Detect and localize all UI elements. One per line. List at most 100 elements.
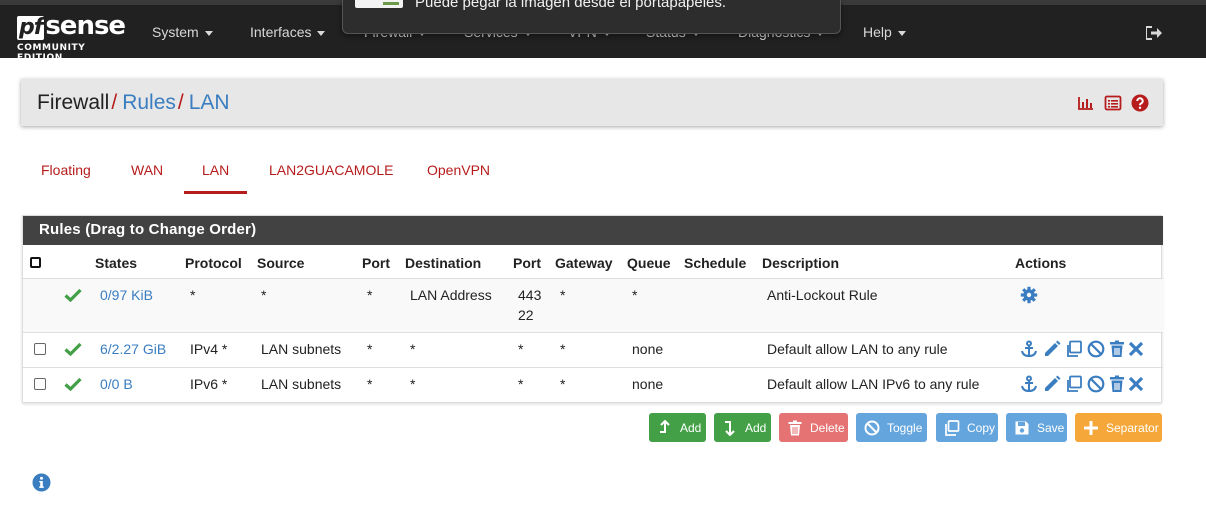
check-icon <box>64 288 82 302</box>
row-dest-port: * <box>518 341 524 357</box>
row-divider <box>23 332 1163 333</box>
tab-openvpn[interactable]: OpenVPN <box>427 162 490 178</box>
select-all-checkbox[interactable] <box>30 257 41 268</box>
copy-label: Copy <box>967 420 996 435</box>
toast-thumbnail <box>355 0 403 8</box>
row-states[interactable]: 6/2.27 GiB <box>100 341 166 357</box>
ban-icon[interactable] <box>1087 375 1105 393</box>
trash-icon[interactable] <box>1108 375 1126 393</box>
nav-help[interactable]: Help <box>863 24 906 40</box>
row-checkbox[interactable] <box>34 343 46 355</box>
anchor-icon[interactable] <box>1020 340 1038 358</box>
tab-wan[interactable]: WAN <box>131 162 163 178</box>
anchor-icon[interactable] <box>1020 375 1038 393</box>
logout-icon[interactable] <box>1143 24 1163 42</box>
row-source: LAN subnets <box>261 376 342 392</box>
row-divider <box>23 367 1163 368</box>
delete-label: Delete <box>810 420 845 435</box>
pencil-icon[interactable] <box>1043 340 1061 358</box>
row-states[interactable]: 0/97 KiB <box>100 287 153 303</box>
row-description: Default allow LAN to any rule <box>767 341 948 357</box>
breadcrumb-lan[interactable]: LAN <box>189 91 230 114</box>
info-icon[interactable] <box>32 473 51 492</box>
col-dest-port[interactable]: Port <box>513 255 541 271</box>
clipboard-toast: Puede pegar la imagen desde el portapape… <box>342 0 841 34</box>
rules-panel: Rules (Drag to Change Order) States Prot… <box>22 215 1163 403</box>
col-actions: Actions <box>1015 255 1067 271</box>
pencil-icon[interactable] <box>1043 375 1061 393</box>
nav-system[interactable]: System <box>152 24 213 40</box>
col-source[interactable]: Source <box>257 255 304 271</box>
row-queue: none <box>632 341 664 357</box>
breadcrumb-separator: / <box>177 91 184 114</box>
copy-button[interactable]: Copy <box>936 413 998 442</box>
col-queue[interactable]: Queue <box>627 255 671 271</box>
col-description[interactable]: Description <box>762 255 839 271</box>
tab-floating[interactable]: Floating <box>41 162 91 178</box>
active-tab-indicator <box>184 191 247 194</box>
trash-icon[interactable] <box>1108 340 1126 358</box>
col-destination[interactable]: Destination <box>405 255 481 271</box>
col-schedule[interactable]: Schedule <box>684 255 746 271</box>
chevron-down-icon <box>204 30 213 36</box>
rules-panel-title: Rules (Drag to Change Order) <box>39 221 257 238</box>
row-checkbox[interactable] <box>34 378 46 390</box>
gear-icon[interactable] <box>1020 286 1038 304</box>
nav-interfaces[interactable]: Interfaces <box>250 24 326 40</box>
save-button[interactable]: Save <box>1006 413 1067 442</box>
close-icon[interactable] <box>1127 340 1145 358</box>
col-states[interactable]: States <box>95 255 137 271</box>
row-source: LAN subnets <box>261 341 342 357</box>
row-dest-port: 443 <box>518 287 542 303</box>
save-label: Save <box>1037 420 1065 435</box>
breadcrumb-separator: / <box>111 91 118 114</box>
delete-button[interactable]: Delete <box>779 413 848 442</box>
separator-button[interactable]: Separator <box>1075 413 1162 442</box>
row-protocol: IPv4 * <box>190 341 228 357</box>
row-protocol: * <box>190 287 196 303</box>
toggle-button[interactable]: Toggle <box>856 413 927 442</box>
close-icon[interactable] <box>1127 375 1145 393</box>
nav-interfaces-label: Interfaces <box>250 24 312 40</box>
row-destination: LAN Address <box>410 287 492 303</box>
tab-lan[interactable]: LAN <box>202 162 229 178</box>
copy-icon[interactable] <box>1065 375 1083 393</box>
copy-icon[interactable] <box>1065 340 1083 358</box>
pfsense-logo[interactable]: pf sense COMMUNITY EDITION <box>17 13 127 63</box>
nav-help-label: Help <box>863 24 892 40</box>
row-destination: * <box>410 376 416 392</box>
bar-chart-icon[interactable] <box>1077 94 1095 112</box>
col-protocol[interactable]: Protocol <box>185 255 242 271</box>
breadcrumb-rules[interactable]: Rules <box>122 91 176 114</box>
row-dest-port-2: 22 <box>518 307 534 323</box>
tab-lan2guacamole[interactable]: LAN2GUACAMOLE <box>269 162 393 178</box>
plus-icon <box>1084 420 1098 435</box>
row-dest-port: * <box>518 376 524 392</box>
arrow-down-icon <box>725 420 735 436</box>
row-gateway: * <box>560 376 566 392</box>
list-icon[interactable] <box>1104 94 1122 112</box>
add-top-label: Add <box>680 420 702 435</box>
logo-pf: pf <box>17 15 45 40</box>
row-source: * <box>261 287 267 303</box>
col-gateway[interactable]: Gateway <box>555 255 613 271</box>
row-protocol: IPv6 * <box>190 376 228 392</box>
ban-icon[interactable] <box>1087 340 1105 358</box>
breadcrumb-firewall: Firewall <box>37 91 110 114</box>
ban-icon <box>864 420 880 435</box>
add-top-button[interactable]: Add <box>649 413 706 442</box>
row-port: * <box>367 376 373 392</box>
chevron-down-icon <box>897 30 906 36</box>
help-icon[interactable] <box>1131 94 1149 112</box>
col-port[interactable]: Port <box>362 255 390 271</box>
row-states[interactable]: 0/0 B <box>100 376 133 392</box>
add-bottom-label: Add <box>745 420 767 435</box>
logo-wordmark: pf sense <box>17 13 127 40</box>
row-gateway: * <box>560 287 566 303</box>
row-description: Anti-Lockout Rule <box>767 287 878 303</box>
add-bottom-button[interactable]: Add <box>714 413 771 442</box>
row-queue: * <box>632 287 638 303</box>
toggle-label: Toggle <box>887 420 923 435</box>
arrow-up-icon <box>660 419 670 433</box>
row-queue: none <box>632 376 664 392</box>
